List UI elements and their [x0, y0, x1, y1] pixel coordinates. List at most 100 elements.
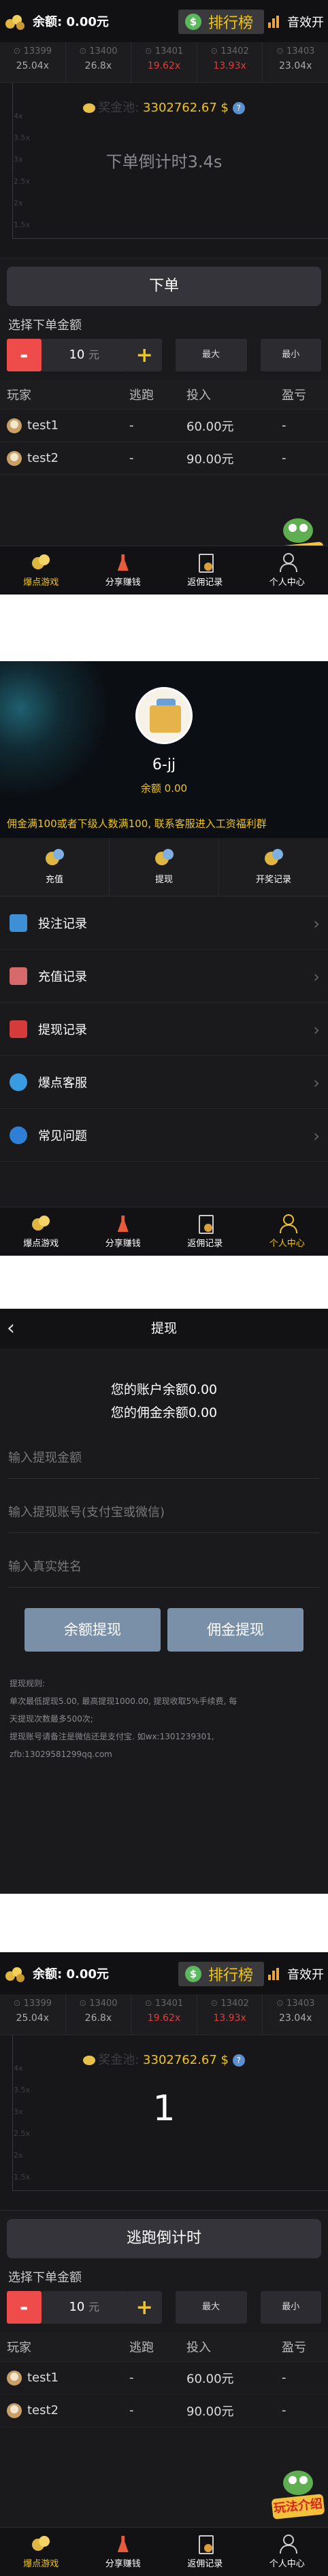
leaderboard-button[interactable]: $ 排行榜 [178, 10, 264, 34]
back-icon[interactable]: ‹ [7, 1309, 15, 1348]
help-icon[interactable]: ? [232, 102, 245, 114]
amount-input[interactable]: 10 元 [41, 2291, 127, 2324]
history-cell: 1339925.04x [0, 1994, 66, 2035]
tab-share[interactable]: 分享赚钱 [82, 546, 165, 595]
min-button[interactable]: 最小 [260, 339, 321, 371]
y-tick: 2.5x [14, 177, 31, 186]
tab-share[interactable]: 分享赚钱 [82, 1207, 165, 1256]
avatar [7, 2370, 22, 2386]
x-axis [12, 238, 328, 239]
sound-toggle[interactable]: 音效开 [268, 1962, 324, 1986]
top-bar: 余额: 0.00元 $ 排行榜 音效开 [0, 1952, 328, 1994]
coins-icon [31, 1213, 51, 1233]
coins-icon [31, 2533, 51, 2554]
amount-input[interactable]: 10 元 [41, 339, 127, 371]
menu-withdraw-records[interactable]: 提现记录 › [0, 1003, 328, 1056]
place-order-button[interactable]: 下单 [7, 267, 321, 306]
profile-header: 6-jj 余额 0.00 佣金满100或者下级人数满100, 联系客服进入工资福… [0, 661, 328, 838]
escape-countdown-button[interactable]: 逃跑倒计时 [7, 2219, 321, 2258]
menu-bet-records[interactable]: 投注记录 › [0, 897, 328, 950]
amount-field[interactable]: 输入提现金额 [8, 1424, 320, 1479]
increase-button[interactable]: + [127, 2291, 162, 2324]
tab-bar: 爆点游戏 分享赚钱 返佣记录 个人中心 [0, 546, 328, 595]
commission-balance: 您的佣金余额0.00 [110, 1405, 218, 1420]
max-button[interactable]: 最大 [175, 339, 247, 371]
withdraw-buttons: 余额提现 佣金提现 [0, 1608, 328, 1652]
gap [0, 595, 328, 661]
history-cell: 1340026.8x [66, 42, 132, 82]
records-icon [263, 848, 284, 868]
increase-button[interactable]: + [127, 339, 162, 371]
balance-withdraw-button[interactable]: 余额提现 [24, 1608, 161, 1652]
withdraw-button[interactable]: 提现 [110, 838, 219, 896]
commission-withdraw-button[interactable]: 佣金提现 [167, 1608, 304, 1652]
withdraw-balances: 您的账户余额0.00 您的佣金余额0.00 [0, 1348, 328, 1424]
avatar [7, 450, 22, 466]
person-icon [277, 2533, 297, 2554]
avatar[interactable] [135, 687, 193, 744]
chevron-right-icon: › [313, 1126, 320, 1145]
tab-crash-game[interactable]: 爆点游戏 [0, 1207, 82, 1256]
tab-rebate[interactable]: 返佣记录 [164, 546, 246, 595]
balance-text: 余额: 0.00元 [33, 15, 109, 29]
tab-profile[interactable]: 个人中心 [246, 2528, 328, 2576]
tab-rebate[interactable]: 返佣记录 [164, 2528, 246, 2576]
history-cell: 1340323.04x [263, 1994, 328, 2035]
bet-controls: - 10 元 + 最大 最小 [7, 2291, 321, 2324]
history-cell: 1340026.8x [66, 1994, 132, 2035]
withdraw-rules: 提现规则: 单次最低提现5.00, 最高提现1000.00, 提现收取5%手续费… [10, 1679, 237, 1759]
tab-bar: 爆点游戏 分享赚钱 返佣记录 个人中心 [0, 2527, 328, 2576]
tab-profile[interactable]: 个人中心 [246, 546, 328, 595]
leaderboard-button[interactable]: $ 排行榜 [178, 1962, 264, 1986]
help-icon[interactable]: ? [232, 2054, 245, 2067]
draw-records-button[interactable]: 开奖记录 [219, 838, 328, 896]
bet-controls: - 10 元 + 最大 最小 [7, 339, 321, 371]
table-row: test1-60.00元 - [0, 409, 328, 442]
chevron-right-icon: › [313, 1073, 320, 1092]
menu-faq[interactable]: 常见问题 › [0, 1109, 328, 1162]
history-cell: 1339925.04x [0, 42, 66, 82]
page-title: 提现 [150, 1321, 177, 1336]
y-tick: 1.5x [14, 2173, 31, 2181]
flask-icon [113, 1213, 133, 1233]
coin-icon [83, 2056, 96, 2065]
prize-pool: 奖金池: 3302762.67 $ ? [0, 98, 328, 116]
y-tick: 2.5x [14, 2129, 31, 2138]
coins-icon [31, 552, 51, 572]
decrease-button[interactable]: - [7, 339, 42, 371]
real-name-field[interactable]: 输入真实姓名 [8, 1533, 320, 1588]
coin-icon [83, 103, 96, 113]
gap [0, 1894, 328, 1952]
recharge-record-icon [10, 967, 27, 985]
dollar-icon: $ [185, 14, 201, 30]
sound-toggle[interactable]: 音效开 [268, 10, 324, 34]
tab-crash-game[interactable]: 爆点游戏 [0, 546, 82, 595]
person-icon [277, 552, 297, 572]
balance-text: 余额: 0.00元 [33, 1967, 109, 1981]
coins-logo-icon [4, 11, 27, 31]
table-header: 玩家 逃跑 投入 盈亏 [0, 380, 328, 409]
tab-crash-game[interactable]: 爆点游戏 [0, 2528, 82, 2576]
withdraw-icon [153, 848, 175, 868]
tab-rebate[interactable]: 返佣记录 [164, 1207, 246, 1256]
y-tick: 2x [14, 199, 23, 207]
menu-customer-service[interactable]: 爆点客服 › [0, 1056, 328, 1109]
min-button[interactable]: 最小 [260, 2291, 321, 2324]
sound-bars-icon [268, 16, 283, 28]
select-amount-label: 选择下单金额 [8, 2271, 82, 2285]
decrease-button[interactable]: - [7, 2291, 42, 2324]
account-field[interactable]: 输入提现账号(支付宝或微信) [8, 1479, 320, 1533]
tab-profile[interactable]: 个人中心 [246, 1207, 328, 1256]
table-header: 玩家 逃跑 投入 盈亏 [0, 2332, 328, 2362]
how-to-play-badge[interactable]: 玩法介绍 [271, 2471, 325, 2520]
dollar-icon: $ [185, 1966, 201, 1982]
menu-recharge-records[interactable]: 充值记录 › [0, 950, 328, 1003]
crash-chart: 4x 3.5x 3x 2.5x 2x 1.5x 奖金池: 3302762.67 … [0, 83, 328, 258]
order-countdown: 下单倒计时3.4s [105, 152, 223, 171]
tab-share[interactable]: 分享赚钱 [82, 2528, 165, 2576]
game-screen-escape: 余额: 0.00元 $ 排行榜 音效开 1339925.04x 1340026.… [0, 1952, 328, 2576]
recharge-button[interactable]: 充值 [0, 838, 110, 896]
tab-bar: 爆点游戏 分享赚钱 返佣记录 个人中心 [0, 1207, 328, 1256]
chevron-right-icon: › [313, 1020, 320, 1039]
max-button[interactable]: 最大 [175, 2291, 247, 2324]
